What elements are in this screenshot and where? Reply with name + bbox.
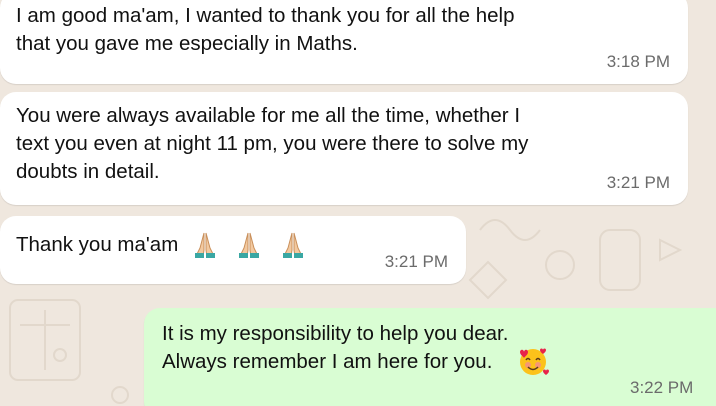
message-timestamp: 3:21 PM	[384, 252, 448, 271]
message-bubble[interactable]: I am good ma'am, I wanted to thank you f…	[0, 0, 688, 84]
message-bubble-outgoing[interactable]: It is my responsibility to help you dear…	[144, 308, 716, 406]
message-timestamp: 3:18 PM	[606, 52, 670, 71]
wallpaper-wave-doodle	[479, 219, 541, 241]
message-text: You were always available for me all the…	[16, 104, 529, 183]
message-text: Thank you ma'am	[16, 233, 179, 256]
folded-hands-icon	[239, 232, 260, 258]
emoji-group	[186, 230, 308, 260]
smiling-face-with-hearts-icon	[520, 348, 550, 375]
message-content: It is my responsibility to help you dear…	[162, 320, 716, 376]
message-bubble[interactable]: You were always available for me all the…	[0, 92, 688, 205]
folded-hands-icon	[195, 232, 216, 258]
message-timestamp: 3:22 PM	[630, 378, 694, 397]
message-bubble[interactable]: Thank you ma'am 3:21 PM	[0, 216, 466, 284]
message-timestamp: 3:21 PM	[606, 173, 670, 192]
wallpaper-bottle-doodle	[599, 229, 641, 291]
folded-hands-icon	[283, 232, 304, 258]
message-text: It is my responsibility to help you dear…	[162, 322, 509, 373]
wallpaper-calculator-doodle	[9, 299, 81, 381]
wallpaper-circle-doodle	[545, 250, 575, 280]
message-text: I am good ma'am, I wanted to thank you f…	[16, 4, 515, 55]
